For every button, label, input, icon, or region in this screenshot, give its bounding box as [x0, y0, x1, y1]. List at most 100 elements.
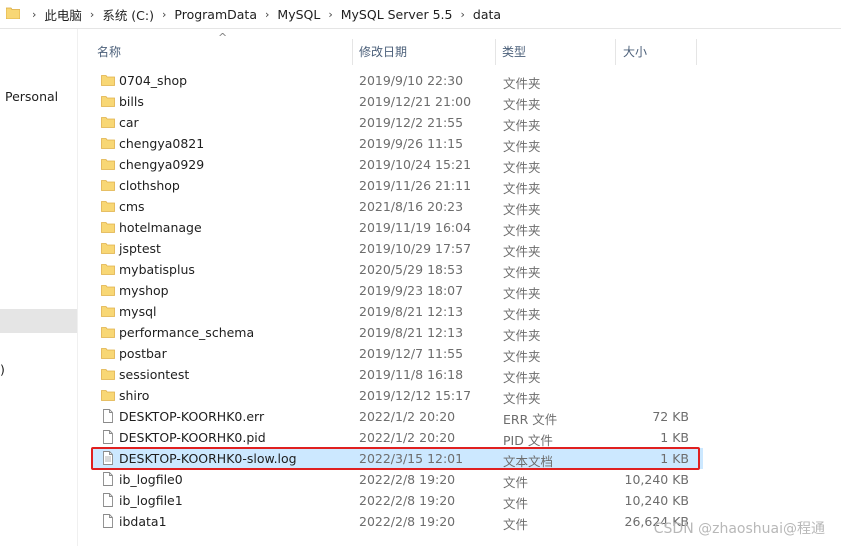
file-type: 文件夹: [503, 202, 541, 217]
file-type: 文件: [503, 475, 529, 490]
breadcrumb-separator-icon[interactable]: ›: [265, 8, 269, 21]
file-type: 文件夹: [503, 328, 541, 343]
file-row[interactable]: mybatisplus 2020/5/29 18:53 文件夹: [93, 259, 703, 280]
file-name: postbar: [119, 346, 167, 361]
file-name: shiro: [119, 388, 150, 403]
folder-icon: [101, 388, 115, 402]
folder-icon: [101, 304, 115, 318]
file-row[interactable]: DESKTOP-KOORHK0.pid 2022/1/2 20:20 PID 文件 1…: [93, 427, 703, 448]
file-row[interactable]: car 2019/12/2 21:55 文件夹: [93, 112, 703, 133]
breadcrumb-separator-icon[interactable]: ›: [162, 8, 166, 21]
breadcrumb: 此电脑 › 系统 (C:) › ProgramData › MySQL › MySQL Serv…: [44, 5, 501, 24]
folder-icon: [101, 199, 115, 213]
file-name: performance_schema: [119, 325, 255, 340]
folder-icon: [101, 220, 115, 234]
file-modified-date: 2019/8/21 12:13: [359, 304, 464, 319]
breadcrumb-separator-icon[interactable]: ›: [460, 8, 464, 21]
file-row[interactable]: shiro 2019/12/12 15:17 文件夹: [93, 385, 703, 406]
file-name: chengya0821: [119, 136, 205, 151]
file-name: clothshop: [119, 178, 180, 193]
file-row[interactable]: performance_schema 2019/8/21 12:13 文件夹: [93, 322, 703, 343]
nav-item-partial[interactable]: ): [0, 362, 5, 377]
column-headers: ^ 名称 修改日期 类型 大小: [77, 29, 841, 69]
file-type: 文件: [503, 517, 529, 532]
file-name: cms: [119, 199, 145, 214]
file-name: ibdata1: [119, 514, 167, 529]
column-header-type[interactable]: 类型: [502, 43, 526, 60]
folder-icon: [101, 262, 115, 276]
file-icon: [101, 472, 115, 486]
file-row[interactable]: bills 2019/12/21 21:00 文件夹: [93, 91, 703, 112]
nav-item-personal[interactable]: Personal: [5, 89, 58, 104]
breadcrumb-item[interactable]: ProgramData: [174, 7, 257, 22]
column-header-name[interactable]: 名称: [97, 43, 121, 60]
file-type: 文件夹: [503, 223, 541, 238]
file-modified-date: 2022/1/2 20:20: [359, 409, 456, 424]
file-modified-date: 2019/9/23 18:07: [359, 283, 464, 298]
folder-icon: [101, 283, 115, 297]
file-row[interactable]: chengya0821 2019/9/26 11:15 文件夹: [93, 133, 703, 154]
file-modified-date: 2019/12/12 15:17: [359, 388, 472, 403]
column-divider[interactable]: [615, 39, 616, 65]
folder-icon: [5, 6, 21, 22]
file-row[interactable]: chengya0929 2019/10/24 15:21 文件夹: [93, 154, 703, 175]
breadcrumb-item[interactable]: 系统 (C:): [102, 5, 154, 24]
folder-icon: [101, 73, 115, 87]
file-type: 文件夹: [503, 76, 541, 91]
file-name: car: [119, 115, 139, 130]
file-row[interactable]: 0704_shop 2019/9/10 22:30 文件夹: [93, 70, 703, 91]
folder-icon: [101, 367, 115, 381]
column-divider[interactable]: [352, 39, 353, 65]
file-row[interactable]: cms 2021/8/16 20:23 文件夹: [93, 196, 703, 217]
breadcrumb-separator-icon[interactable]: ›: [90, 8, 94, 21]
file-type: 文件夹: [503, 160, 541, 175]
file-modified-date: 2020/5/29 18:53: [359, 262, 464, 277]
file-name: 0704_shop: [119, 73, 188, 88]
folder-icon: [101, 346, 115, 360]
folder-icon: [101, 157, 115, 171]
column-divider[interactable]: [495, 39, 496, 65]
file-type: 文件夹: [503, 307, 541, 322]
file-row[interactable]: ib_logfile0 2022/2/8 19:20 文件 10,240 KB: [93, 469, 703, 490]
column-header-size[interactable]: 大小: [623, 43, 647, 60]
file-row[interactable]: clothshop 2019/11/26 21:11 文件夹: [93, 175, 703, 196]
file-row[interactable]: DESKTOP-KOORHK0.err 2022/1/2 20:20 ERR 文件 7…: [93, 406, 703, 427]
address-bar[interactable]: › 此电脑 › 系统 (C:) › ProgramData › MySQL › MySQL Se…: [0, 0, 841, 29]
breadcrumb-item[interactable]: data: [473, 7, 501, 22]
breadcrumb-separator-icon[interactable]: ›: [328, 8, 332, 21]
folder-icon: [101, 136, 115, 150]
file-name: hotelmanage: [119, 220, 202, 235]
breadcrumb-item[interactable]: 此电脑: [44, 5, 82, 24]
file-size: 1 KB: [660, 430, 689, 445]
file-row[interactable]: postbar 2019/12/7 11:55 文件夹: [93, 343, 703, 364]
file-modified-date: 2022/2/8 19:20: [359, 514, 456, 529]
file-row[interactable]: myshop 2019/9/23 18:07 文件夹: [93, 280, 703, 301]
file-modified-date: 2019/11/26 21:11: [359, 178, 472, 193]
breadcrumb-separator-icon[interactable]: ›: [32, 8, 36, 21]
file-name: ib_logfile1: [119, 493, 183, 508]
file-name: chengya0929: [119, 157, 205, 172]
file-row[interactable]: jsptest 2019/10/29 17:57 文件夹: [93, 238, 703, 259]
file-row[interactable]: hotelmanage 2019/11/19 16:04 文件夹: [93, 217, 703, 238]
column-divider[interactable]: [696, 39, 697, 65]
file-type: 文件夹: [503, 370, 541, 385]
file-name: DESKTOP-KOORHK0.err: [119, 409, 265, 424]
file-row[interactable]: mysql 2019/8/21 12:13 文件夹: [93, 301, 703, 322]
column-header-modified[interactable]: 修改日期: [359, 43, 407, 60]
file-modified-date: 2019/9/26 11:15: [359, 136, 464, 151]
file-name: bills: [119, 94, 144, 109]
breadcrumb-item[interactable]: MySQL Server 5.5: [341, 7, 453, 22]
file-modified-date: 2019/10/24 15:21: [359, 157, 472, 172]
watermark: CSDN @zhaoshuai@程通: [653, 521, 825, 537]
breadcrumb-item[interactable]: MySQL: [277, 7, 320, 22]
folder-icon: [101, 115, 115, 129]
file-icon: [101, 430, 115, 444]
file-row[interactable]: ib_logfile1 2022/2/8 19:20 文件 10,240 KB: [93, 490, 703, 511]
file-modified-date: 2019/10/29 17:57: [359, 241, 472, 256]
file-type: 文件夹: [503, 265, 541, 280]
file-type: 文件夹: [503, 97, 541, 112]
nav-item-selected[interactable]: [0, 309, 77, 333]
file-row[interactable]: ibdata1 2022/2/8 19:20 文件 26,624 KB: [93, 511, 703, 532]
file-row[interactable]: sessiontest 2019/11/8 16:18 文件夹: [93, 364, 703, 385]
file-name: mybatisplus: [119, 262, 195, 277]
